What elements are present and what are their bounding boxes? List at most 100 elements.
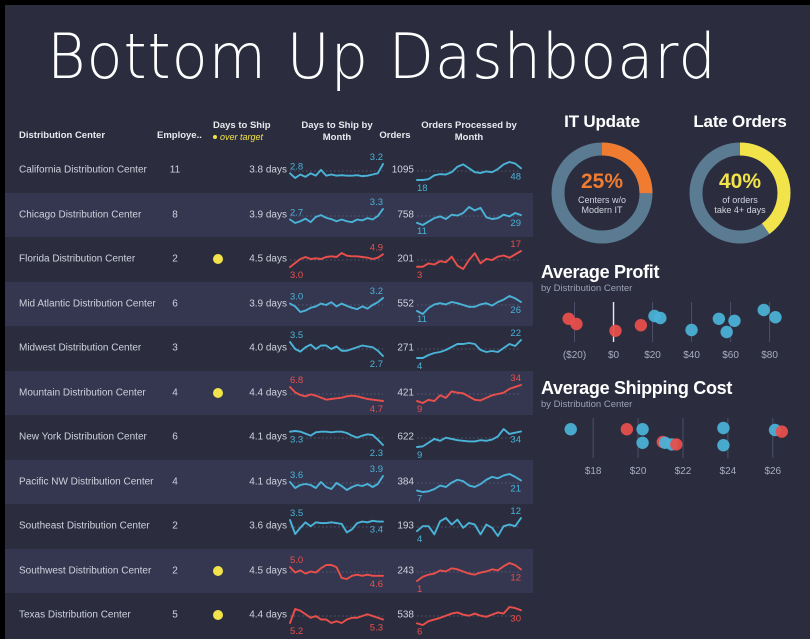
cell-employees: 2	[172, 253, 178, 265]
sparkline-days-to-ship: 5.2 5.3	[289, 608, 384, 637]
cell-days-to-ship-sparkline: 3.0 4.9	[289, 242, 384, 281]
spark-end-label: 3.9	[370, 464, 383, 475]
spark-start-label: 11	[417, 225, 427, 236]
spark-end-label: 3.2	[370, 286, 383, 297]
spark-end-label: 4.9	[370, 242, 383, 253]
cell-days-to-ship: 4.1 days	[249, 431, 287, 443]
scatter-point[interactable]	[636, 423, 649, 436]
sparkline-orders-processed: 9 34	[416, 373, 522, 415]
spark-end-label: 48	[510, 171, 521, 182]
cell-orders-processed-sparkline: 6 30	[416, 596, 522, 637]
sparkline-orders-processed: 11 29	[416, 205, 522, 236]
spark-end-label: 4.7	[370, 404, 383, 415]
scatter-point[interactable]	[654, 311, 667, 325]
scatter-point[interactable]	[757, 303, 770, 317]
spark-end-label: 34	[510, 434, 521, 445]
cell-employees: 2	[172, 520, 178, 532]
average-profit-chart: ($20) $0 $20 $40 $60 $80	[541, 298, 810, 364]
donut-chart: 25% Centers w/o Modern IT	[547, 138, 657, 248]
table-row[interactable]: Southwest Distribution Center 2 4.5 days 5.…	[5, 548, 533, 595]
spark-end-label: 12	[510, 572, 521, 583]
column-header-days-to-ship: Days to Ship over target	[213, 120, 291, 143]
column-header-distribution-center: Distribution Center	[19, 130, 106, 141]
table-row[interactable]: Southeast Distribution Center 2 3.6 days 3.…	[5, 504, 533, 549]
cell-days-to-ship-sparkline: 3.3 2.3	[289, 420, 384, 459]
table-row[interactable]: California Distribution Center 11 3.8 days…	[5, 148, 533, 194]
donut-caption-line2: Modern IT	[581, 205, 623, 216]
scatter-point[interactable]	[636, 436, 649, 449]
cell-orders-processed-sparkline: 18 48	[416, 151, 522, 194]
sparkline-orders-processed: 422	[416, 328, 522, 372]
spark-end-label: 4.6	[370, 578, 383, 589]
average-profit-title: Average Profit	[541, 262, 660, 282]
spark-start-label: 3.5	[290, 508, 303, 519]
spark-start-label: 9	[417, 404, 422, 415]
cell-distribution-center: Chicago Distribution Center	[19, 209, 142, 221]
average-shipping-cost-section: Average Shipping Cost by Distribution Ce…	[533, 378, 810, 480]
cell-days-to-ship: 4.0 days	[249, 342, 287, 354]
over-target-legend-label: over target	[220, 131, 264, 142]
cell-orders-processed-sparkline: 7 21	[416, 463, 522, 504]
table-row[interactable]: Midwest Distribution Center 3 4.0 days 3.5 2…	[5, 326, 533, 372]
cell-employees: 3	[172, 342, 178, 354]
scatter-point[interactable]	[609, 324, 622, 337]
sparkline-orders-processed: 6 30	[416, 606, 522, 637]
table-row[interactable]: Florida Distribution Center 2 4.5 days 3.0 4…	[5, 237, 533, 282]
scatter-point[interactable]	[564, 423, 577, 436]
spark-end-label: 2.3	[370, 448, 383, 459]
cell-orders: 421	[397, 387, 414, 399]
scatter-point[interactable]	[769, 311, 782, 324]
scatter-point[interactable]	[717, 421, 730, 435]
scatter-point[interactable]	[620, 423, 634, 436]
axis-tick-label: $40	[683, 350, 700, 361]
kpi-title: Late Orders	[693, 112, 787, 131]
spark-end-label: 3.2	[370, 152, 383, 163]
scatter-point[interactable]	[685, 323, 698, 337]
spark-end-label: 30	[510, 613, 521, 624]
table-row[interactable]: Mountain Distribution Center 4 4.4 days 6.8…	[5, 370, 533, 415]
sparkline-days-to-ship: 2.7 3.3	[289, 197, 384, 224]
scatter-point[interactable]	[670, 438, 683, 451]
scatter-point[interactable]	[717, 439, 730, 452]
average-profit-section: Average Profit by Distribution Center ($…	[533, 262, 810, 364]
scatter-point[interactable]	[775, 425, 788, 438]
cell-distribution-center: Pacific NW Distribution Center	[19, 476, 154, 488]
kpi-card-late-orders: Late Orders 40% of orders take 4+ days	[671, 112, 809, 248]
scatter-point[interactable]	[720, 325, 733, 339]
cell-days-to-ship-sparkline: 3.5 2.7	[289, 330, 384, 370]
kpi-card-it-update: IT Update 25% Centers w/o Modern IT	[533, 112, 671, 248]
kpi-title: IT Update	[564, 112, 640, 131]
distribution-center-table: Distribution Center Employe.. Days to Sh…	[5, 108, 533, 638]
over-target-dot-icon	[213, 565, 223, 576]
scatter-point[interactable]	[634, 319, 648, 332]
table-row[interactable]: Chicago Distribution Center 8 3.9 days 2.7 3…	[5, 192, 533, 237]
spark-end-label: 12	[510, 506, 521, 517]
spark-end-label: 3.4	[370, 525, 383, 536]
scatter-point[interactable]	[712, 312, 726, 325]
cell-days-to-ship: 3.8 days	[249, 164, 287, 176]
cell-distribution-center: Texas Distribution Center	[19, 609, 131, 621]
cell-days-to-ship-sparkline: 2.8 3.2	[289, 152, 384, 189]
table-row[interactable]: Texas Distribution Center 5 4.4 days 5.2 5.3…	[5, 593, 533, 638]
table-row[interactable]: New York Distribution Center 6 4.1 days 3.3…	[5, 415, 533, 461]
scatter-point[interactable]	[728, 314, 741, 327]
sparkline-days-to-ship: 3.5 3.4	[289, 508, 384, 536]
scatter-svg: ($20) $0 $20 $40 $60 $80	[562, 302, 782, 361]
spark-start-label: 3.6	[290, 470, 303, 481]
table-header-row: Distribution Center Employe.. Days to Sh…	[5, 108, 533, 148]
cell-employees: 2	[172, 565, 178, 577]
sparkline-days-to-ship: 6.8 4.7	[289, 375, 384, 415]
table-row[interactable]: Mid Atlantic Distribution Center 6 3.9 day…	[5, 281, 533, 326]
cell-orders-processed-sparkline: 4 22	[416, 328, 522, 372]
spark-start-label: 2.8	[290, 161, 303, 172]
axis-tick-label: $60	[722, 350, 739, 361]
column-header-orders: Orders	[379, 130, 411, 141]
table-row[interactable]: Pacific NW Distribution Center 4 4.1 days 3…	[5, 459, 533, 504]
cell-days-to-ship: 3.6 days	[249, 520, 287, 532]
spark-start-label: 11	[417, 314, 427, 325]
scatter-point[interactable]	[570, 317, 583, 331]
cell-days-to-ship: 4.4 days	[249, 387, 287, 399]
cell-orders: 758	[397, 209, 414, 221]
sparkline-days-to-ship: 2.8 3.2	[289, 152, 384, 179]
cell-distribution-center: New York Distribution Center	[19, 431, 147, 443]
